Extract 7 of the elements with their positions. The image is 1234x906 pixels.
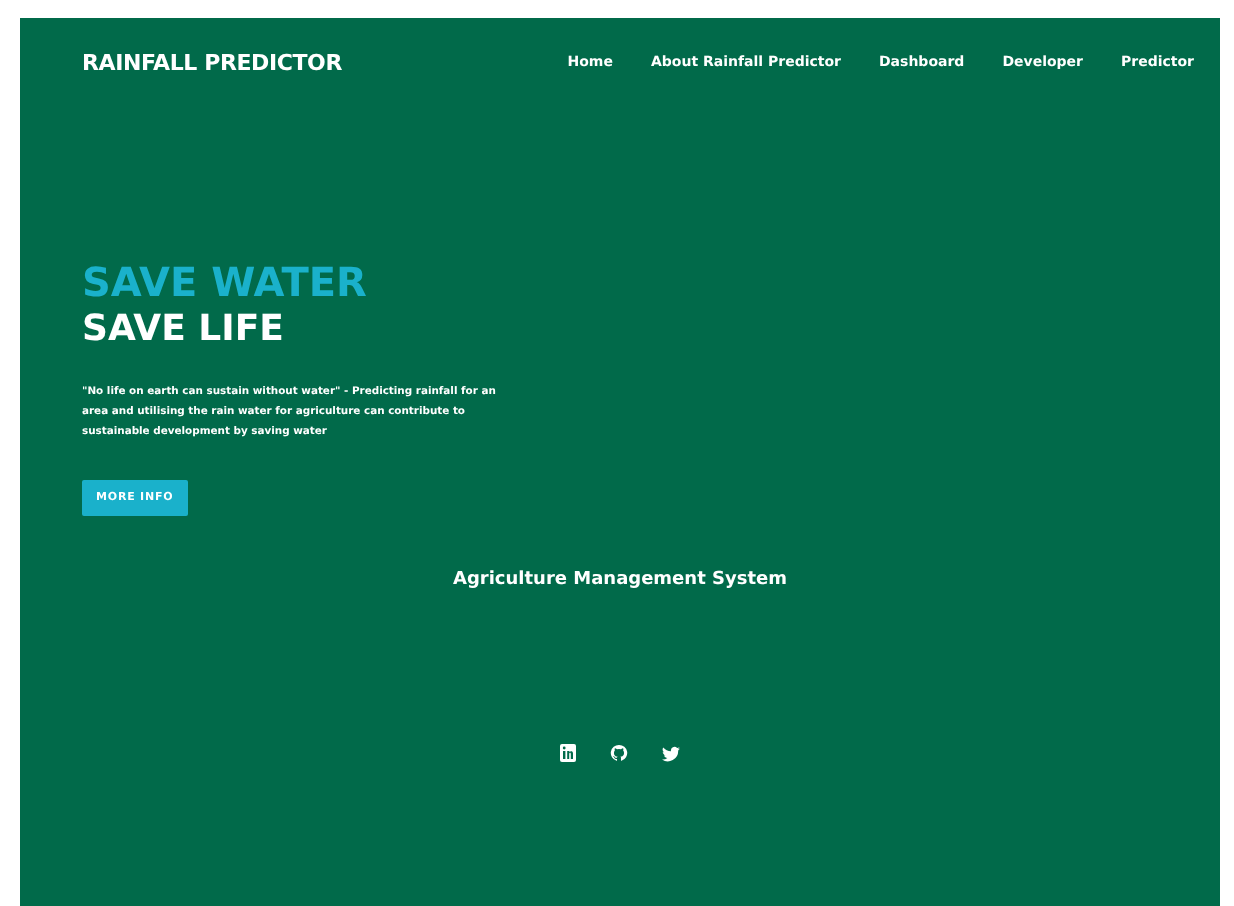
hero-subtitle: SAVE LIFE xyxy=(82,306,286,354)
linkedin-icon[interactable] xyxy=(560,744,576,762)
github-icon[interactable] xyxy=(610,744,628,762)
twitter-icon[interactable] xyxy=(662,745,680,761)
hero-title: SAVE WATER xyxy=(82,258,369,306)
footer-title: Agriculture Management System xyxy=(452,570,787,590)
brand-title[interactable]: RAINFALL PREDICTOR xyxy=(82,49,342,75)
